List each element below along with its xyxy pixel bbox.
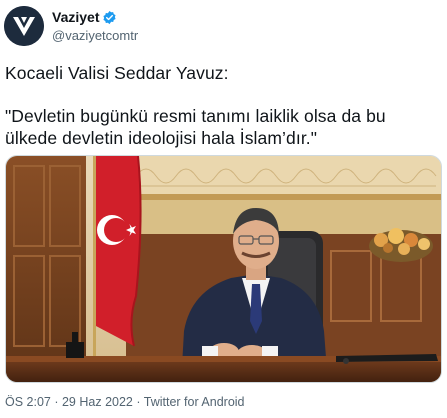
tweet-text-line-2: "Devletin bugünkü resmi tanımı laiklik o… xyxy=(5,106,386,126)
tweet-header: Vaziyet @vaziyetcomtr xyxy=(0,0,447,52)
name-row: Vaziyet xyxy=(52,9,117,25)
account-handle[interactable]: @vaziyetcomtr xyxy=(52,28,138,43)
tweet-metadata: ÖS 2:07 · 29 Haz 2022 · Twitter for Andr… xyxy=(5,395,245,409)
photo-governor-at-desk-with-turkish-flag xyxy=(6,156,441,382)
verified-badge-icon xyxy=(102,10,117,25)
tweet-time[interactable]: ÖS 2:07 xyxy=(5,395,51,409)
vaziyet-logo-icon xyxy=(4,6,44,46)
tweet-date[interactable]: 29 Haz 2022 xyxy=(62,395,133,409)
meta-separator: · xyxy=(132,395,144,409)
tweet-text-line-3: ülkede devletin ideolojisi hala İslam’dı… xyxy=(5,128,318,148)
tweet-text-line-1: Kocaeli Valisi Seddar Yavuz: xyxy=(5,63,229,83)
meta-separator: · xyxy=(50,395,62,409)
tweet-source[interactable]: Twitter for Android xyxy=(144,395,245,409)
account-name[interactable]: Vaziyet xyxy=(52,9,99,25)
tweet-photo[interactable] xyxy=(5,155,442,383)
account-avatar[interactable] xyxy=(4,6,44,46)
